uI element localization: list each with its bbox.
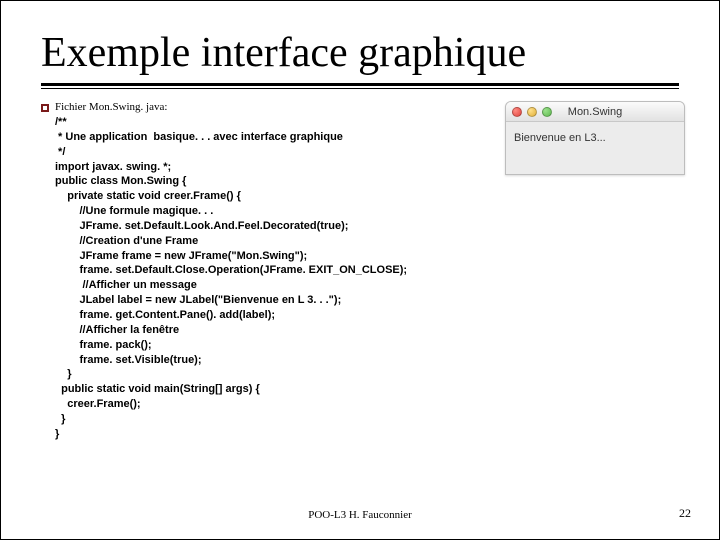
- file-header: Fichier Mon.Swing. java:: [55, 101, 407, 113]
- window-body: Bienvenue en L3...: [506, 122, 684, 174]
- slide-title: Exemple interface graphique: [41, 29, 679, 77]
- mac-window: Mon.Swing Bienvenue en L3...: [505, 101, 685, 175]
- title-rule-thick: [41, 83, 679, 86]
- bullet-icon: [41, 104, 49, 112]
- window-titlebar: Mon.Swing: [506, 102, 684, 122]
- code-block: /** * Une application basique. . . avec …: [55, 115, 407, 442]
- page-number: 22: [679, 506, 691, 521]
- minimize-icon[interactable]: [527, 107, 537, 117]
- slide-footer: POO-L3 H. Fauconnier: [1, 509, 719, 521]
- close-icon[interactable]: [512, 107, 522, 117]
- zoom-icon[interactable]: [542, 107, 552, 117]
- title-rule-thin: [41, 88, 679, 89]
- slide-content: Fichier Mon.Swing. java: /** * Une appli…: [41, 101, 679, 442]
